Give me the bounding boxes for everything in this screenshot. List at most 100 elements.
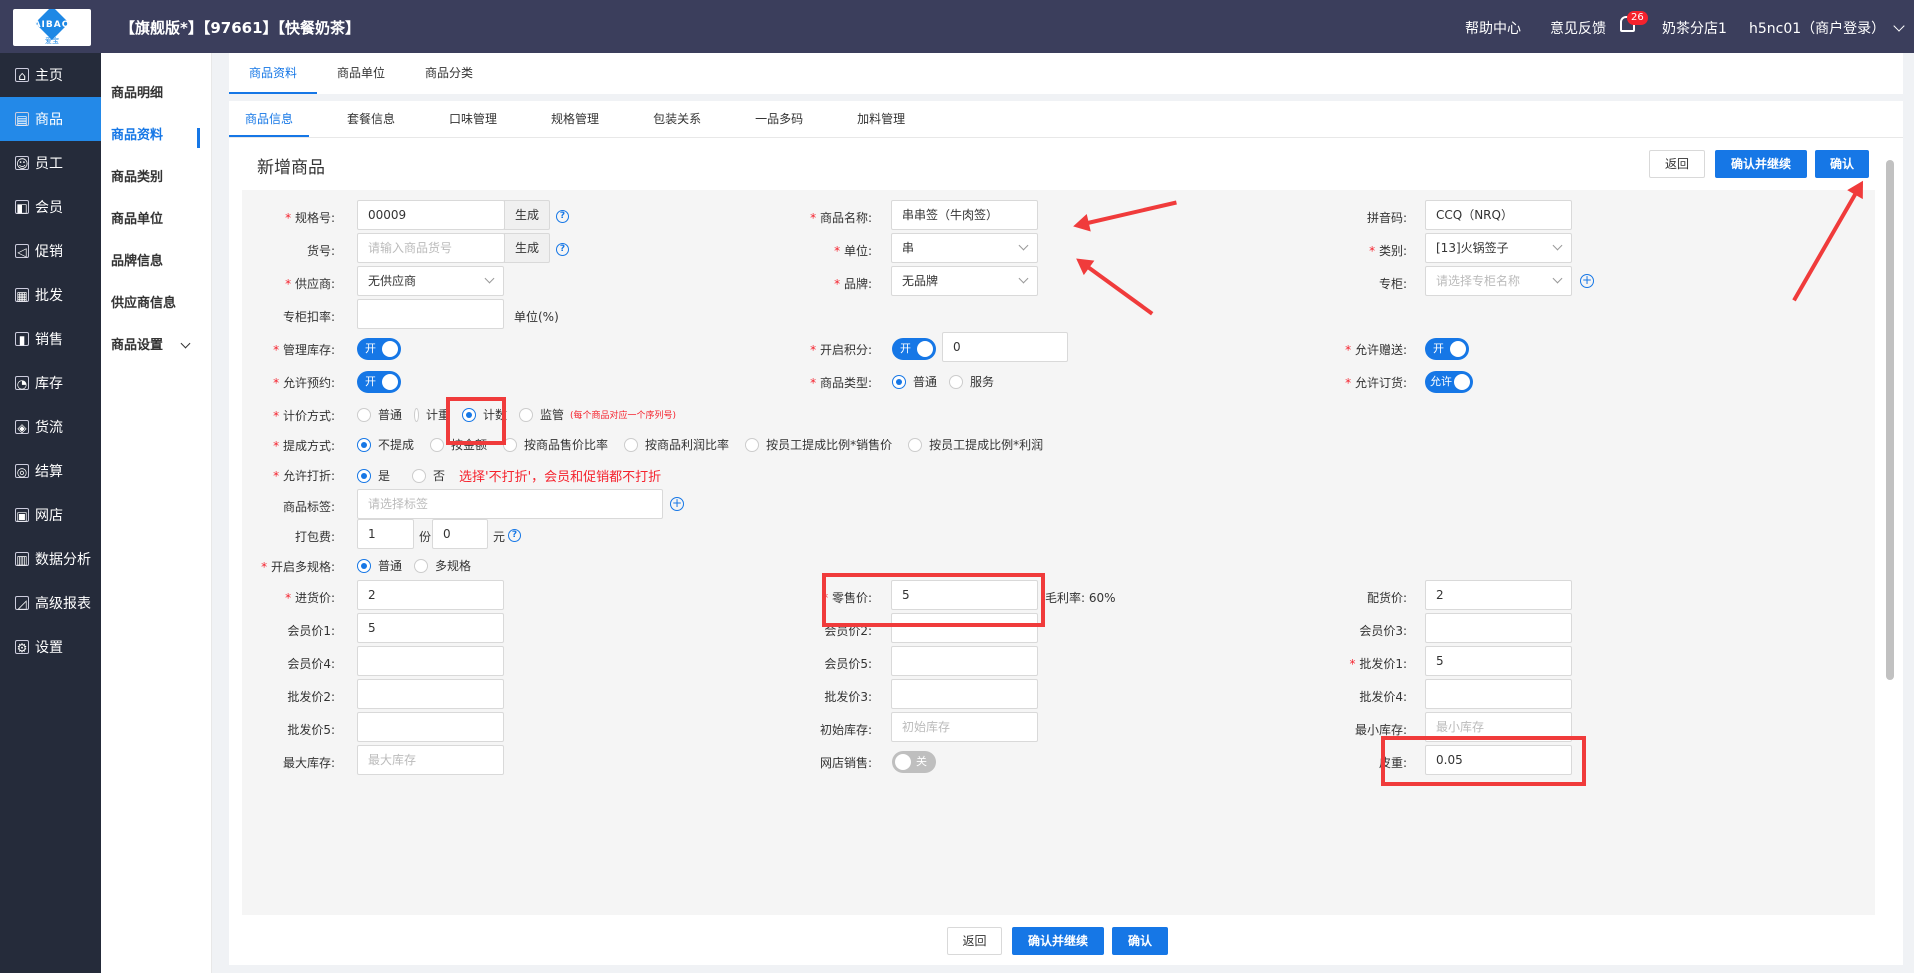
help-icon[interactable]: ? <box>556 210 569 223</box>
radio-multi-spec[interactable]: 多规格 <box>414 557 471 574</box>
wholesale-price-2-input[interactable] <box>357 679 504 709</box>
sidebar-item-wholesale[interactable]: ▦ 批发 <box>0 273 101 317</box>
sidebar-item-logistics[interactable]: ◈ 货流 <box>0 405 101 449</box>
bottom-confirm-button[interactable]: 确认 <box>1112 927 1168 955</box>
brand-select[interactable]: 无品牌 <box>891 266 1038 296</box>
radio-discount-yes[interactable]: 是 <box>357 467 390 484</box>
category-select[interactable]: [13]火锅签子 <box>1425 233 1572 263</box>
radio-by-profit-ratio[interactable]: 按商品利润比率 <box>624 436 729 453</box>
sidebar-item-home[interactable]: ⌂ 主页 <box>0 53 101 97</box>
packing-price-input[interactable]: 0 <box>432 519 488 549</box>
tab-goods-unit[interactable]: 商品单位 <box>317 53 405 94</box>
sidebar-item-goods[interactable]: ▤ 商品 <box>0 97 101 141</box>
wholesale-price-1-input[interactable]: 5 <box>1425 646 1572 676</box>
sidebar-item-settlement[interactable]: ◎ 结算 <box>0 449 101 493</box>
tab-packing-relation[interactable]: 包装关系 <box>637 101 717 137</box>
wholesale-price-5-input[interactable] <box>357 712 504 742</box>
counter-deduct-label: 专柜扣率: <box>282 310 335 324</box>
confirm-continue-button[interactable]: 确认并继续 <box>1715 150 1807 178</box>
sidebar-item-analytics[interactable]: ▥ 数据分析 <box>0 537 101 581</box>
sidebar-item-reports[interactable]: ◿ 高级报表 <box>0 581 101 625</box>
feedback-link[interactable]: 意见反馈 <box>1550 18 1606 38</box>
spec-no-generate-button[interactable]: 生成 <box>504 200 550 230</box>
submenu-item-goods-settings[interactable]: 商品设置 <box>101 325 211 367</box>
brand-logo[interactable]: AIBAO 爱宝 <box>13 9 91 46</box>
member-price-1-input[interactable]: 5 <box>357 613 504 643</box>
member-price-5-input[interactable] <box>891 646 1038 676</box>
tab-combo-info[interactable]: 套餐信息 <box>331 101 411 137</box>
tab-multi-barcode[interactable]: 一品多码 <box>739 101 819 137</box>
radio-service[interactable]: 服务 <box>949 373 994 390</box>
tab-goods-category[interactable]: 商品分类 <box>405 53 493 94</box>
supplier-select[interactable]: 无供应商 <box>357 266 504 296</box>
member-price-4-input[interactable] <box>357 646 504 676</box>
help-icon[interactable]: ? <box>508 529 521 542</box>
wholesale-price-4-input[interactable] <box>1425 679 1572 709</box>
branch-selector[interactable]: 奶茶分店1 <box>1662 18 1727 38</box>
tab-flavor-manage[interactable]: 口味管理 <box>433 101 513 137</box>
radio-by-staff-profit[interactable]: 按员工提成比例*利润 <box>908 436 1043 453</box>
online-sale-toggle[interactable]: 关 <box>892 751 936 773</box>
add-tag-icon[interactable]: + <box>670 497 684 511</box>
radio-no-commission[interactable]: 不提成 <box>357 436 414 453</box>
submenu-item-goods-category[interactable]: 商品类别 <box>101 157 211 199</box>
item-no-input[interactable]: 请输入商品货号 <box>357 233 505 263</box>
item-no-generate-button[interactable]: 生成 <box>504 233 550 263</box>
radio-by-sale-ratio[interactable]: 按商品售价比率 <box>503 436 608 453</box>
reserve-toggle[interactable]: 开 <box>357 371 401 393</box>
submenu-item-goods-unit[interactable]: 商品单位 <box>101 199 211 241</box>
radio-pricing-supervise[interactable]: 监管 <box>519 406 564 423</box>
submenu-item-goods-info[interactable]: 商品资料 <box>101 115 211 157</box>
product-name-input[interactable]: 串串签（牛肉签） <box>891 200 1038 230</box>
counter-deduct-input[interactable] <box>357 299 504 329</box>
brand-label: 品牌: <box>834 275 872 292</box>
purchase-price-input[interactable]: 2 <box>357 580 504 610</box>
radio-single-spec[interactable]: 普通 <box>357 557 402 574</box>
unit-select[interactable]: 串 <box>891 233 1038 263</box>
radio-pricing-weight[interactable]: 计重 <box>414 406 450 423</box>
bottom-back-button[interactable]: 返回 <box>947 927 1002 955</box>
sidebar-item-stock[interactable]: ◔ 库存 <box>0 361 101 405</box>
sidebar-item-online-store[interactable]: ▣ 网店 <box>0 493 101 537</box>
radio-by-staff-sale[interactable]: 按员工提成比例*销售价 <box>745 436 892 453</box>
packing-qty-input[interactable]: 1 <box>357 519 414 549</box>
help-center-link[interactable]: 帮助中心 <box>1465 18 1521 38</box>
radio-normal[interactable]: 普通 <box>892 373 937 390</box>
gift-toggle[interactable]: 开 <box>1425 338 1469 360</box>
manage-stock-toggle[interactable]: 开 <box>357 338 401 360</box>
radio-pricing-normal[interactable]: 普通 <box>357 406 402 423</box>
pinyin-input[interactable]: CCQ（NRQ） <box>1425 200 1572 230</box>
allow-order-toggle[interactable]: 允许 <box>1425 371 1473 393</box>
add-counter-icon[interactable]: + <box>1580 274 1594 288</box>
submenu-item-supplier[interactable]: 供应商信息 <box>101 283 211 325</box>
sidebar-item-sales[interactable]: ▮ 销售 <box>0 317 101 361</box>
counter-select[interactable]: 请选择专柜名称 <box>1425 266 1572 296</box>
tags-input[interactable]: 请选择标签 <box>357 489 663 519</box>
confirm-button[interactable]: 确认 <box>1815 150 1869 178</box>
vertical-scrollbar[interactable] <box>1886 160 1894 680</box>
back-button[interactable]: 返回 <box>1649 150 1705 178</box>
bottom-confirm-continue-button[interactable]: 确认并继续 <box>1012 927 1104 955</box>
sidebar-item-settings[interactable]: ⚙ 设置 <box>0 625 101 669</box>
help-icon[interactable]: ? <box>556 243 569 256</box>
sidebar-item-staff[interactable]: ☺ 员工 <box>0 141 101 185</box>
tab-addon-manage[interactable]: 加料管理 <box>841 101 921 137</box>
user-menu[interactable]: h5nc01（商户登录） <box>1749 18 1905 38</box>
tab-spec-manage[interactable]: 规格管理 <box>535 101 615 137</box>
points-toggle[interactable]: 开 <box>892 338 936 360</box>
sidebar-item-label: 促销 <box>35 244 63 260</box>
radio-discount-no[interactable]: 否 <box>412 467 445 484</box>
submenu-item-brand[interactable]: 品牌信息 <box>101 241 211 283</box>
delivery-price-input[interactable]: 2 <box>1425 580 1572 610</box>
sidebar-item-member[interactable]: ◧ 会员 <box>0 185 101 229</box>
submenu-item-goods-detail[interactable]: 商品明细 <box>101 73 211 115</box>
sidebar-item-promotion[interactable]: ◁ 促销 <box>0 229 101 273</box>
points-input[interactable]: 0 <box>942 332 1068 362</box>
max-stock-input[interactable]: 最大库存 <box>357 745 504 775</box>
tab-product-info[interactable]: 商品信息 <box>229 101 310 137</box>
wholesale-price-3-input[interactable] <box>891 679 1038 709</box>
init-stock-input[interactable]: 初始库存 <box>891 712 1038 742</box>
spec-no-input[interactable]: 00009 <box>357 200 505 230</box>
member-price-3-input[interactable] <box>1425 613 1572 643</box>
tab-goods-info[interactable]: 商品资料 <box>229 53 318 94</box>
